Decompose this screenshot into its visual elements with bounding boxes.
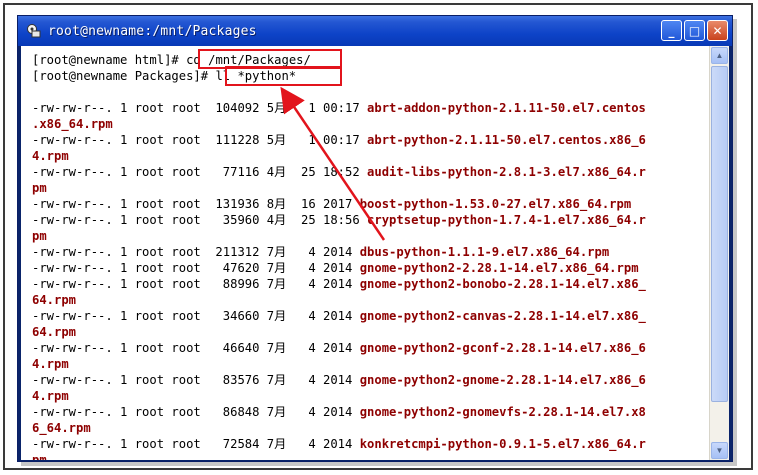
annotation-arrow bbox=[280, 86, 386, 241]
